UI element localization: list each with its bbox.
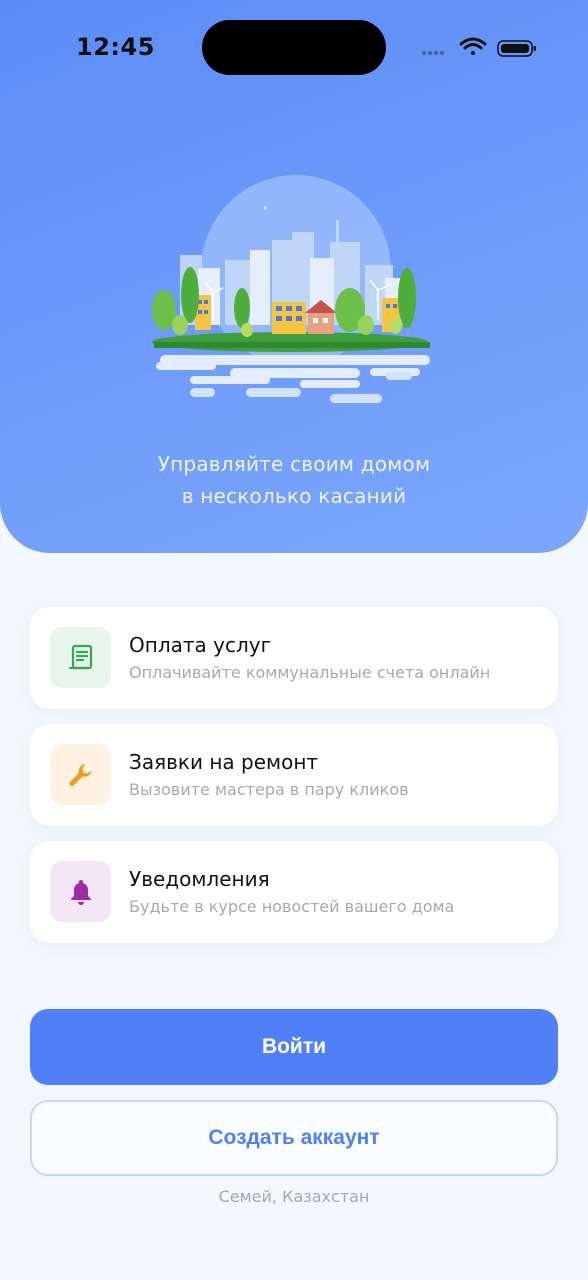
feature-card-repairs[interactable]: Заявки на ремонт Вызовите мастера в пару… xyxy=(30,724,558,826)
feature-subtitle: Вызовите мастера в пару кликов xyxy=(129,780,409,799)
feature-title: Оплата услуг xyxy=(129,633,272,657)
battery-icon xyxy=(497,40,536,57)
signal-dots-icon xyxy=(421,50,445,56)
create-account-button[interactable]: Создать аккаунт xyxy=(30,1100,558,1176)
feature-title: Заявки на ремонт xyxy=(129,750,319,774)
feature-title: Уведомления xyxy=(129,867,270,891)
wifi-icon xyxy=(459,37,487,55)
feature-subtitle: Будьте в курсе новостей вашего дома xyxy=(129,897,455,916)
hero-tagline: Управляйте своим домом в несколько касан… xyxy=(0,448,588,512)
feature-icon-box xyxy=(50,627,111,688)
feature-card-payments[interactable]: Оплата услуг Оплачивайте коммунальные сч… xyxy=(30,607,558,709)
status-bar: 12:45 xyxy=(0,0,588,95)
feature-icon-box xyxy=(50,744,111,805)
receipt-icon xyxy=(68,644,92,669)
wrench-icon xyxy=(69,763,91,786)
dynamic-island xyxy=(202,20,386,75)
feature-card-notifications[interactable]: Уведомления Будьте в курсе новостей ваше… xyxy=(30,841,558,943)
status-time: 12:45 xyxy=(76,33,155,61)
bell-icon xyxy=(70,879,91,905)
login-button[interactable]: Войти xyxy=(30,1009,558,1085)
feature-subtitle: Оплачивайте коммунальные счета онлайн xyxy=(129,663,491,682)
tagline-line-2: в несколько касаний xyxy=(181,484,407,508)
hero-section: 12:45 Управляйте своим домом в несколько… xyxy=(0,0,588,553)
feature-icon-box xyxy=(50,861,111,922)
location-label: Семей, Казахстан xyxy=(218,1187,370,1206)
city-illustration xyxy=(152,175,430,403)
tagline-line-1: Управляйте своим домом xyxy=(157,452,431,476)
status-icons xyxy=(421,37,536,57)
